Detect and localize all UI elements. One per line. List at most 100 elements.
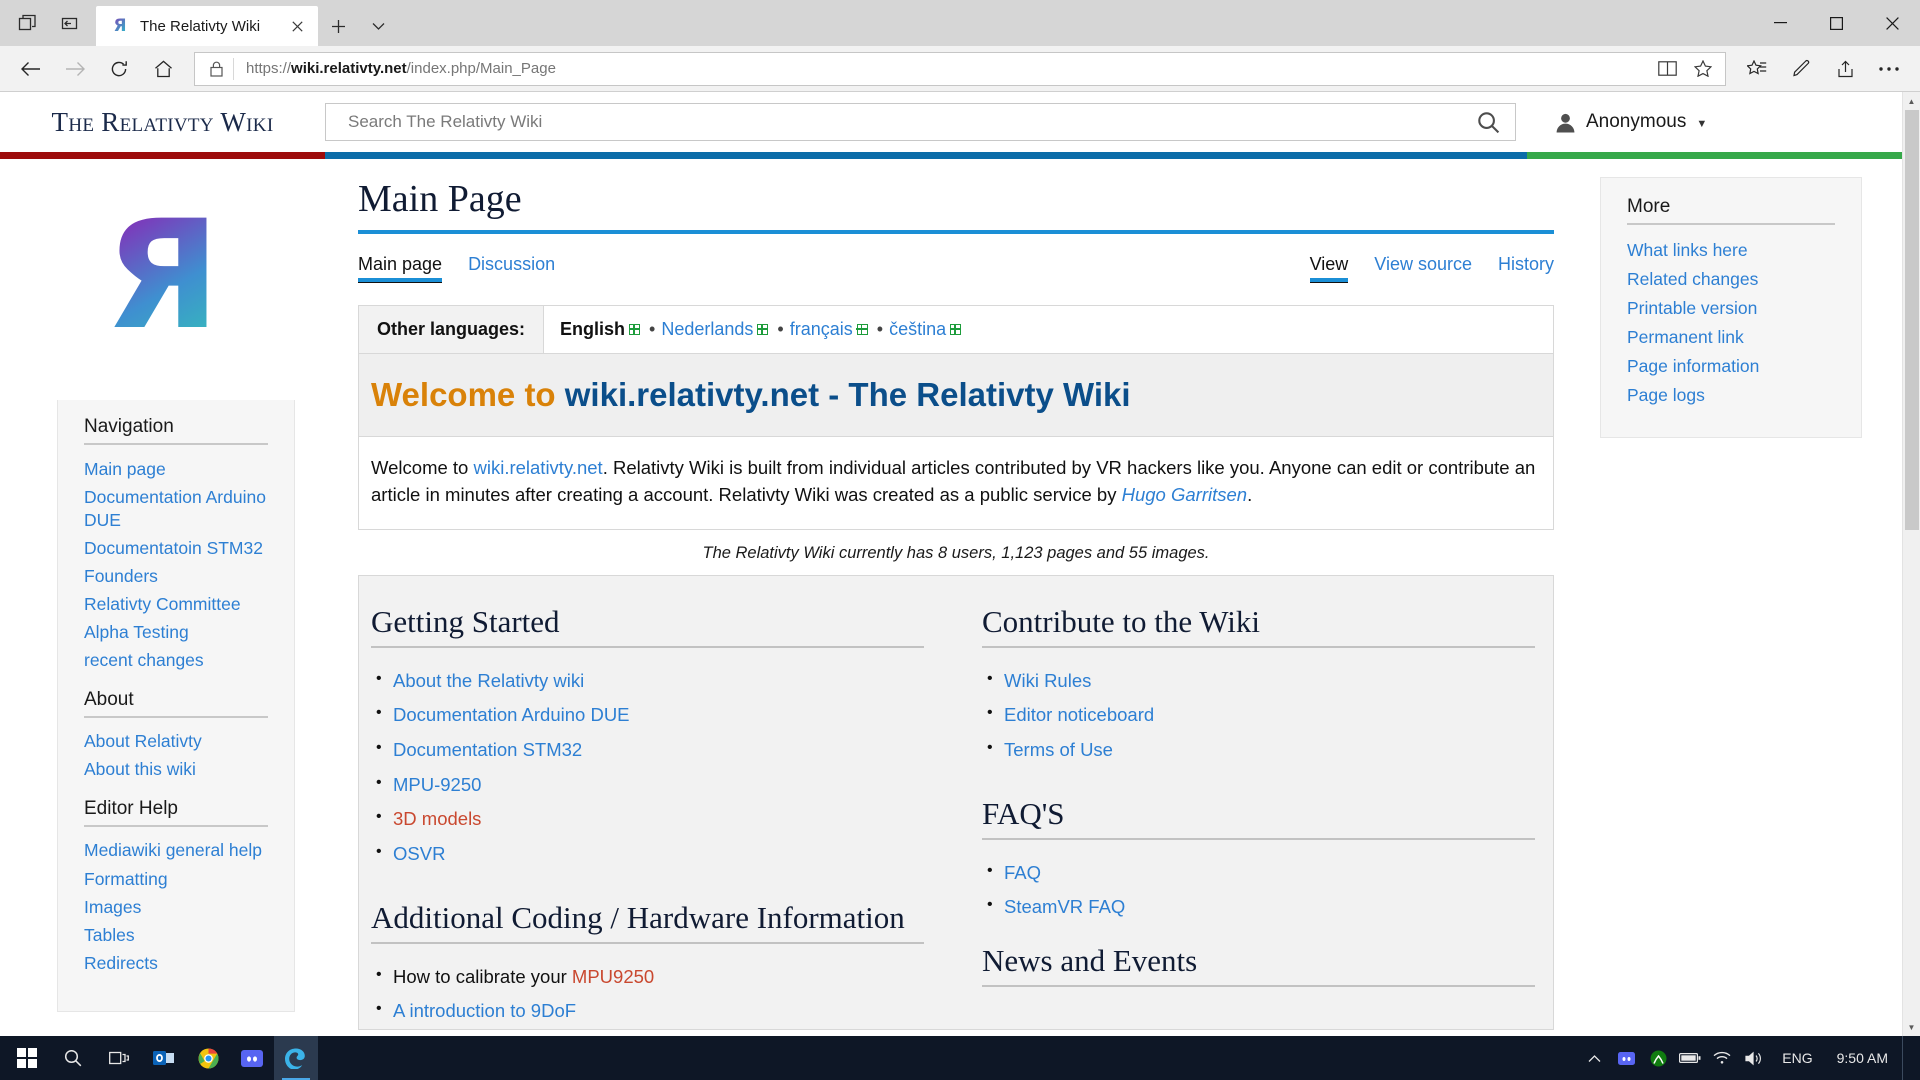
search-box[interactable]	[325, 103, 1516, 141]
taskbar-clock[interactable]: 9:50 AM	[1827, 1036, 1898, 1080]
taskbar-app-edge[interactable]	[274, 1036, 318, 1080]
link-related-changes[interactable]: Related changes	[1627, 265, 1835, 294]
set-tabs-aside-icon[interactable]	[6, 3, 48, 43]
taskbar-app-discord[interactable]	[230, 1036, 274, 1080]
taskbar-app-chrome[interactable]	[186, 1036, 230, 1080]
sidebar-item-images[interactable]: Images	[84, 893, 268, 921]
link-printable-version[interactable]: Printable version	[1627, 294, 1835, 323]
link-introduction-to-9dof[interactable]: A introduction to 9DoF	[393, 1000, 576, 1021]
link-osvr[interactable]: OSVR	[393, 843, 445, 864]
sidebar-item-formatting[interactable]: Formatting	[84, 865, 268, 893]
language-francais[interactable]: français	[790, 319, 871, 340]
discord-tray-icon[interactable]	[1612, 1036, 1640, 1080]
sidebar-item-alpha-testing[interactable]: Alpha Testing	[84, 619, 268, 647]
search-input[interactable]	[348, 112, 1471, 132]
link-steamvr-faq[interactable]: SteamVR FAQ	[1004, 896, 1125, 917]
maximize-icon[interactable]	[1808, 0, 1864, 46]
link-terms-of-use[interactable]: Terms of Use	[1004, 739, 1113, 760]
link-documentation-stm32[interactable]: Documentation STM32	[393, 739, 582, 760]
address-bar[interactable]: https://wiki.relativty.net/index.php/Mai…	[194, 51, 1726, 86]
user-menu[interactable]: Anonymous ▼	[1540, 111, 1840, 133]
volume-icon[interactable]	[1740, 1036, 1768, 1080]
more-panel: More What links here Related changes Pri…	[1600, 177, 1862, 438]
browser-tab[interactable]: Я The Relativty Wiki	[96, 6, 318, 46]
sidebar-item-main-page[interactable]: Main page	[84, 455, 268, 483]
wiki-wordmark[interactable]: The Relativty Wiki	[0, 107, 325, 138]
link-faq[interactable]: FAQ	[1004, 862, 1041, 883]
battery-icon[interactable]	[1676, 1036, 1704, 1080]
tab-history[interactable]: History	[1498, 254, 1554, 283]
tab-discussion[interactable]: Discussion	[468, 254, 555, 283]
star-icon[interactable]	[1685, 53, 1721, 85]
home-icon[interactable]	[142, 50, 184, 88]
wiki-logo[interactable]: Я	[0, 173, 325, 378]
link-wiki-rules[interactable]: Wiki Rules	[1004, 670, 1091, 691]
keyboard-language[interactable]: ENG	[1772, 1050, 1822, 1066]
intro-text-1: Welcome to	[371, 457, 474, 478]
tabs-you-set-aside-icon[interactable]	[48, 3, 90, 43]
new-tab-button[interactable]	[318, 6, 358, 46]
language-english[interactable]: English	[560, 319, 643, 340]
sidebar-item-about-this-wiki[interactable]: About this wiki	[84, 756, 268, 784]
link-mpu9250-red[interactable]: MPU9250	[572, 966, 654, 987]
list-item: FAQ	[987, 856, 1535, 891]
sidebar-item-mediawiki-general-help[interactable]: Mediawiki general help	[84, 837, 268, 865]
language-nederlands[interactable]: Nederlands	[661, 319, 771, 340]
show-desktop-icon[interactable]	[1902, 1036, 1912, 1080]
language-cestina[interactable]: čeština	[889, 319, 964, 340]
minimize-icon[interactable]	[1752, 0, 1808, 46]
close-icon[interactable]	[1864, 0, 1920, 46]
address-bar-url: https://wiki.relativty.net/index.php/Mai…	[246, 60, 556, 77]
scrollbar-track[interactable]	[1903, 110, 1920, 1018]
tab-view[interactable]: View	[1309, 254, 1349, 283]
sidebar-item-founders[interactable]: Founders	[84, 562, 268, 590]
link-documentation-arduino-due[interactable]: Documentation Arduino DUE	[393, 704, 630, 725]
link-mpu-9250[interactable]: MPU-9250	[393, 774, 481, 795]
chevron-down-icon[interactable]	[358, 6, 398, 46]
arrow-left-icon[interactable]	[10, 50, 52, 88]
reading-view-icon[interactable]	[1649, 53, 1685, 85]
show-hidden-icons-icon[interactable]	[1580, 1036, 1608, 1080]
sidebar-item-redirects[interactable]: Redirects	[84, 949, 268, 977]
sidebar-item-recent-changes[interactable]: recent changes	[84, 647, 268, 675]
more-ellipsis-icon[interactable]	[1868, 50, 1910, 88]
sidebar-item-tables[interactable]: Tables	[84, 921, 268, 949]
search-icon[interactable]	[50, 1036, 96, 1080]
close-icon[interactable]	[284, 13, 310, 39]
scroll-down-icon[interactable]: ▼	[1903, 1018, 1920, 1036]
link-about-the-relativty-wiki[interactable]: About the Relativty wiki	[393, 670, 584, 691]
list-item: 3D models	[376, 802, 924, 837]
wifi-icon[interactable]	[1708, 1036, 1736, 1080]
tab-main-page[interactable]: Main page	[358, 254, 443, 283]
external-link-icon	[949, 323, 962, 335]
link-3d-models[interactable]: 3D models	[393, 808, 481, 829]
refresh-icon[interactable]	[98, 50, 140, 88]
link-editor-noticeboard[interactable]: Editor noticeboard	[1004, 704, 1154, 725]
intro-link-site[interactable]: wiki.relativty.net	[473, 457, 602, 478]
task-view-icon[interactable]	[96, 1036, 142, 1080]
taskbar-app-outlook[interactable]	[142, 1036, 186, 1080]
titlebar-left-buttons	[0, 0, 96, 46]
sidebar-item-documentation-stm32[interactable]: Documentatoin STM32	[84, 534, 268, 562]
intro-link-author[interactable]: Hugo Garritsen	[1122, 484, 1247, 505]
scrollbar-thumb[interactable]	[1904, 110, 1919, 530]
tab-view-source[interactable]: View source	[1374, 254, 1472, 283]
windows-start-icon[interactable]	[4, 1036, 50, 1080]
link-permanent-link[interactable]: Permanent link	[1627, 323, 1835, 352]
xbox-tray-icon[interactable]	[1644, 1036, 1672, 1080]
share-icon[interactable]	[1824, 50, 1866, 88]
link-page-logs[interactable]: Page logs	[1627, 381, 1835, 410]
sidebar-item-about-relativty[interactable]: About Relativty	[84, 728, 268, 756]
arrow-right-icon[interactable]	[54, 50, 96, 88]
wiki-right-rail: More What links here Related changes Pri…	[1582, 159, 1902, 438]
search-icon[interactable]	[1471, 105, 1505, 139]
sidebar-item-relativty-committee[interactable]: Relativty Committee	[84, 590, 268, 618]
link-page-information[interactable]: Page information	[1627, 352, 1835, 381]
web-note-icon[interactable]	[1780, 50, 1822, 88]
page-scrollbar[interactable]: ▲ ▼	[1902, 92, 1920, 1036]
link-what-links-here[interactable]: What links here	[1627, 236, 1835, 265]
scroll-up-icon[interactable]: ▲	[1903, 92, 1920, 110]
windows-taskbar: ENG 9:50 AM	[0, 1036, 1920, 1080]
favorites-hub-icon[interactable]	[1736, 50, 1778, 88]
sidebar-item-documentation-arduino-due[interactable]: Documentation Arduino DUE	[84, 483, 268, 534]
